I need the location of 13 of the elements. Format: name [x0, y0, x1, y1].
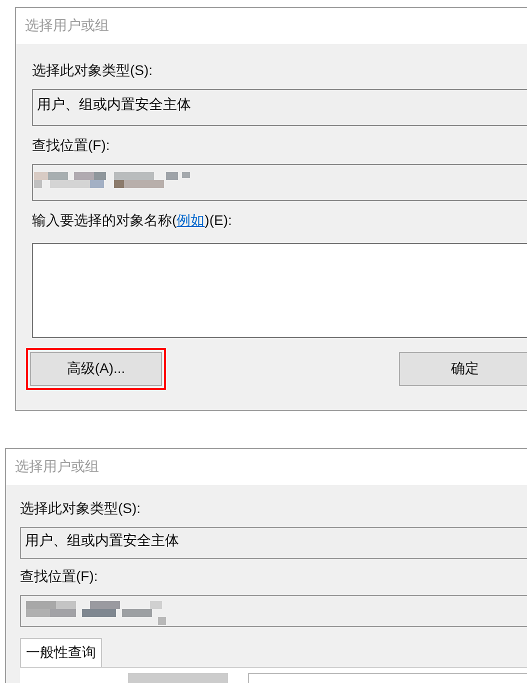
- query-tab[interactable]: 一般性查询: [20, 638, 102, 667]
- field-label: 查找位置(F):: [20, 568, 98, 586]
- object-type-field: 用户、组或内置安全主体: [20, 527, 527, 559]
- examples-link[interactable]: 例如: [176, 212, 205, 228]
- window-title: 选择用户或组: [25, 17, 109, 35]
- object-type-field: 用户、组或内置安全主体: [32, 89, 527, 126]
- window-title: 选择用户或组: [15, 458, 99, 476]
- field-label: 选择此对象类型(S):: [20, 500, 141, 518]
- field-label: 查找位置(F):: [32, 137, 110, 155]
- advanced-button[interactable]: 高级(A)...: [30, 352, 162, 386]
- ok-button[interactable]: 确定: [399, 352, 527, 386]
- field-label: 输入要选择的对象名称(例如)(E):: [32, 212, 232, 230]
- field-label: 选择此对象类型(S):: [32, 62, 153, 80]
